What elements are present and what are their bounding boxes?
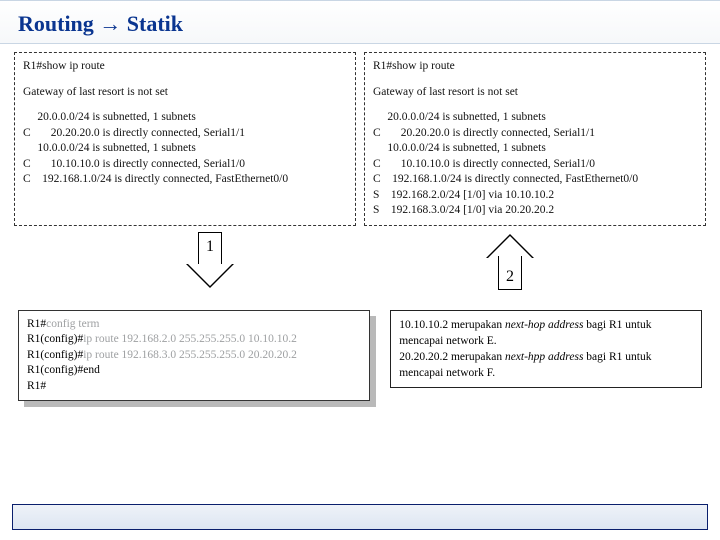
route-line: C 20.20.20.0 is directly connected, Seri… [23,126,347,142]
config-line: R1(config)#end [27,363,361,379]
config-line: R1(config)#ip route 192.168.2.0 255.255.… [27,332,361,348]
route-line: S 192.168.2.0/24 [1/0] via 10.10.10.2 [373,188,697,204]
note-line: 20.20.20.2 merupakan next-hpp address ba… [399,349,693,381]
route-line: C 192.168.1.0/24 is directly connected, … [373,172,697,188]
arrows-row: 1 2 [0,232,720,302]
page-header: Routing → Statik [0,0,720,44]
route-line: 20.0.0.0/24 is subnetted, 1 subnets [373,110,697,126]
route-panel-before: R1#show ip route Gateway of last resort … [14,52,356,226]
gateway-line: Gateway of last resort is not set [23,85,347,101]
route-line: 20.0.0.0/24 is subnetted, 1 subnets [23,110,347,126]
gateway-line: Gateway of last resort is not set [373,85,697,101]
cmd-line: R1#show ip route [23,59,347,75]
route-line: C 20.20.20.0 is directly connected, Seri… [373,126,697,142]
bottom-row: R1#config term R1(config)#ip route 192.1… [0,302,720,402]
config-line: R1#config term [27,317,361,333]
note-box: 10.10.10.2 merupakan next-hop address ba… [390,310,702,388]
config-line: R1(config)#ip route 192.168.3.0 255.255.… [27,348,361,364]
step-label-2: 2 [486,268,534,286]
note-line: 10.10.10.2 merupakan next-hop address ba… [399,317,693,349]
route-line: C 192.168.1.0/24 is directly connected, … [23,172,347,188]
route-line: S 192.168.3.0/24 [1/0] via 20.20.20.2 [373,203,697,219]
route-line: C 10.10.10.0 is directly connected, Seri… [23,157,347,173]
step-label-1: 1 [186,238,234,256]
route-panels: R1#show ip route Gateway of last resort … [0,44,720,226]
footer-bar [12,504,708,530]
down-arrow-icon: 1 [186,232,234,290]
route-line: 10.0.0.0/24 is subnetted, 1 subnets [23,141,347,157]
route-panel-after: R1#show ip route Gateway of last resort … [364,52,706,226]
up-arrow-icon: 2 [486,232,534,290]
route-line: C 10.10.10.0 is directly connected, Seri… [373,157,697,173]
route-line: 10.0.0.0/24 is subnetted, 1 subnets [373,141,697,157]
page-title: Routing → Statik [18,11,702,37]
config-line: R1# [27,379,361,395]
cmd-line: R1#show ip route [373,59,697,75]
config-box: R1#config term R1(config)#ip route 192.1… [18,310,370,402]
